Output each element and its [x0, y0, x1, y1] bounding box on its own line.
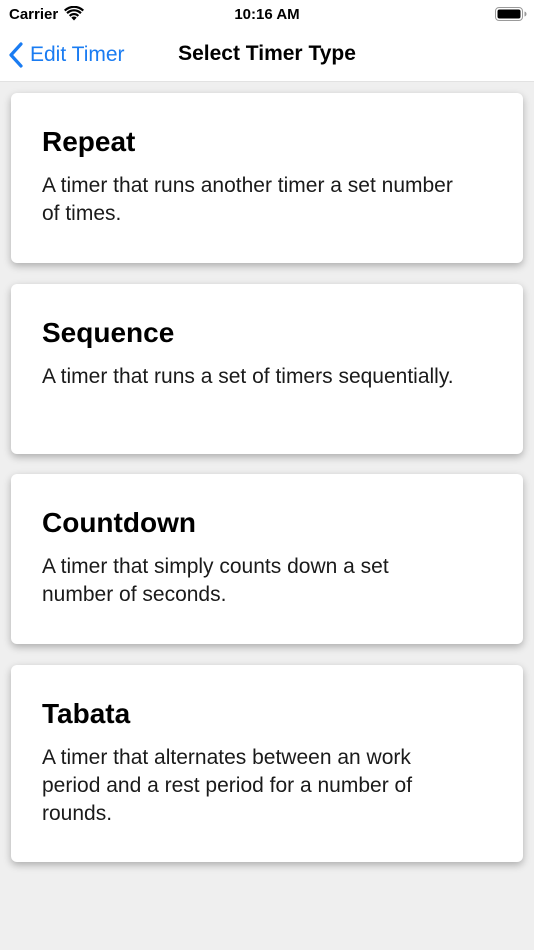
page-title: Select Timer Type: [178, 42, 356, 65]
navigation-bar: Edit Timer Select Timer Type: [0, 30, 534, 82]
card-title: Sequence: [42, 317, 175, 348]
card-description: A timer that alternates between an work …: [42, 746, 413, 825]
battery-icon: [495, 7, 527, 21]
card-title: Tabata: [42, 698, 131, 729]
timer-type-card-repeat[interactable]: Repeat A timer that runs another timer a…: [11, 93, 523, 263]
card-description: A timer that runs another timer a set nu…: [42, 174, 453, 225]
timer-type-card-tabata[interactable]: Tabata A timer that alternates between a…: [11, 665, 523, 862]
timer-type-card-countdown[interactable]: Countdown A timer that simply counts dow…: [11, 474, 523, 644]
timer-type-list: Repeat A timer that runs another timer a…: [0, 82, 534, 950]
card-description: A timer that simply counts down a set nu…: [42, 555, 389, 606]
status-time: 10:16 AM: [234, 6, 300, 23]
status-bar: Carrier 10:16 AM: [0, 0, 534, 30]
card-description: A timer that runs a set of timers sequen…: [42, 365, 454, 388]
timer-type-card-sequence[interactable]: Sequence A timer that runs a set of time…: [11, 284, 523, 454]
card-title: Repeat: [42, 126, 136, 157]
card-title: Countdown: [42, 507, 196, 538]
